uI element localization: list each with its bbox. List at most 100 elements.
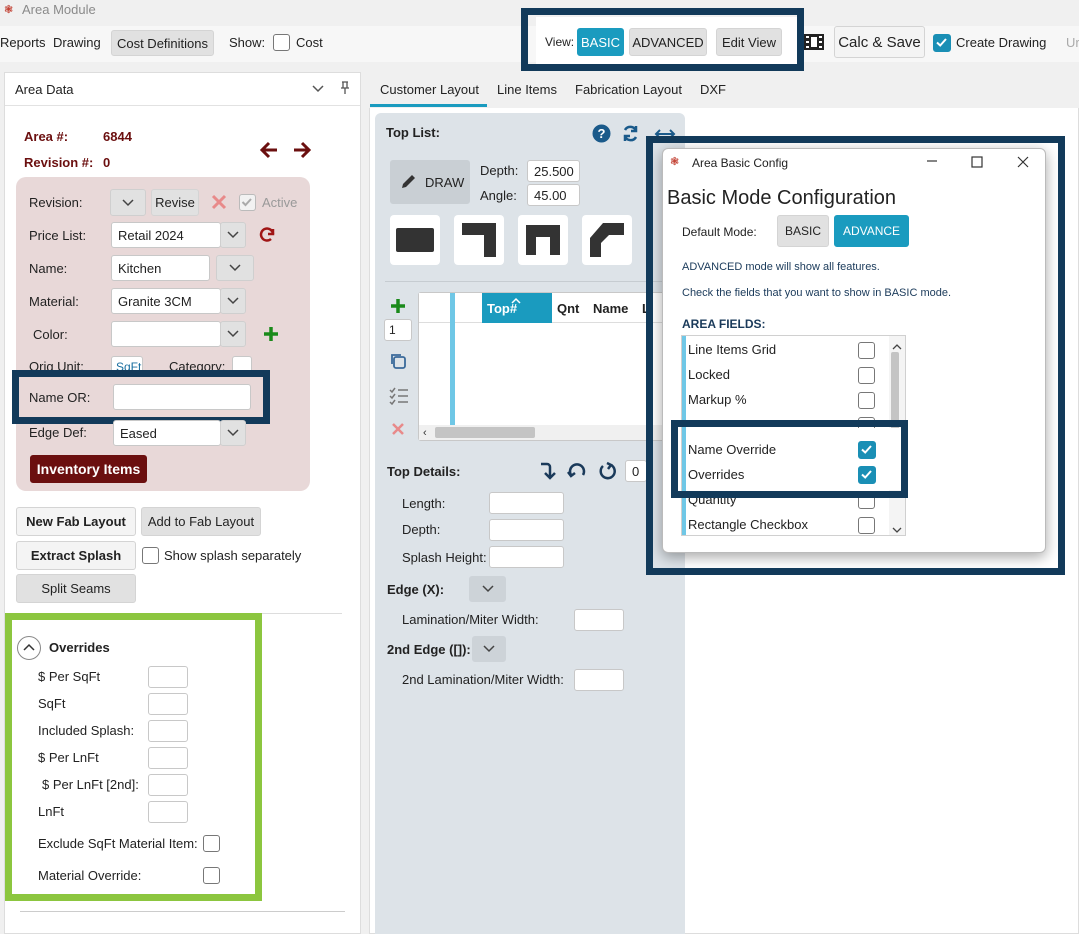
show-label: Show: [229,35,266,50]
material-select[interactable]: Granite 3CM [111,288,221,314]
material-dropdown[interactable] [220,288,246,314]
dialog-highlight [646,136,1065,575]
inventory-items-button[interactable]: Inventory Items [30,455,147,483]
angle-input[interactable]: 45.00 [527,184,580,206]
delete-x-icon[interactable] [211,194,227,213]
cost-checkbox[interactable] [273,34,290,51]
length-input[interactable] [489,492,564,514]
add-color-icon[interactable] [262,325,280,346]
grid-col-qnt[interactable]: Qnt [557,301,579,316]
new-fab-layout-button[interactable]: New Fab Layout [16,507,136,536]
quantity-input[interactable]: 1 [384,319,412,341]
scroll-thumb[interactable] [435,427,535,438]
edge-x-dropdown[interactable] [469,576,506,602]
film-icon[interactable] [803,32,825,52]
cost-label: Cost [296,35,323,50]
name-dropdown[interactable] [216,255,254,281]
svg-text:?: ? [598,126,606,141]
show-splash-checkbox[interactable] [142,547,159,564]
pin-icon[interactable] [339,81,351,98]
menu-reports[interactable]: Reports [0,35,46,50]
splash-height-input[interactable] [489,546,564,568]
bottom-divider [20,911,345,912]
grid-row-selector [450,293,455,323]
lamination-input[interactable] [574,609,624,631]
depth-input[interactable]: 25.500 [527,160,580,182]
top-details-title: Top Details: [387,464,461,479]
detail-depth-input[interactable] [489,519,564,541]
split-seams-button[interactable]: Split Seams [16,574,136,603]
edge-2nd-dropdown[interactable] [472,636,506,662]
extract-splash-button[interactable]: Extract Splash [16,541,136,570]
sync-icon[interactable] [621,124,640,146]
create-drawing-checkbox[interactable] [933,34,951,52]
rotate-value-input[interactable]: 0 [625,460,647,482]
menu-drawing[interactable]: Drawing [53,35,101,50]
edge-def-label: Edge Def: [29,425,87,440]
detail-depth-label: Depth: [402,522,441,537]
view-toolbar-highlight [521,8,804,71]
lamination-2nd-input[interactable] [574,669,624,691]
help-icon[interactable]: ? [592,124,611,146]
price-list-dropdown[interactable] [220,222,246,248]
add-to-fab-layout-button[interactable]: Add to Fab Layout [141,507,261,536]
name-label: Name: [29,261,68,276]
active-checkbox[interactable] [239,194,256,211]
price-list-select[interactable]: Retail 2024 [111,222,221,248]
revise-button[interactable]: Revise [151,189,199,216]
u-shape-button[interactable] [518,215,568,265]
rotate-arc-icon[interactable] [567,461,587,484]
delete-top-icon[interactable] [391,422,405,439]
refresh-icon[interactable] [258,226,276,247]
undo-partial-label[interactable]: Ur [1066,35,1079,50]
copy-icon[interactable] [389,352,407,373]
area-number-value: 6844 [103,129,132,144]
tab-customer-layout[interactable]: Customer Layout [380,82,479,97]
tab-line-items[interactable]: Line Items [497,82,557,97]
revision-number-label: Revision #: [24,155,94,170]
color-label: Color: [33,327,68,342]
edge-def-dropdown[interactable] [220,420,246,446]
color-select[interactable] [111,321,221,347]
name-input[interactable]: Kitchen [111,255,210,281]
app-logo-icon: ❃ [4,4,14,16]
edge-2nd-label: 2nd Edge ([]): [387,642,471,657]
grid-hscrollbar[interactable]: ‹ [419,425,669,440]
chevron-down-icon[interactable] [311,81,325,98]
arrow-down-curve-icon[interactable] [538,461,556,484]
calc-save-button[interactable]: Calc & Save [834,26,925,58]
revision-dropdown[interactable] [110,189,146,216]
checklist-icon[interactable] [389,387,409,408]
tab-fabrication-layout[interactable]: Fabrication Layout [575,82,682,97]
draw-label: DRAW [425,174,465,190]
angle-label: Angle: [480,188,517,203]
angled-shape-button[interactable] [582,215,632,265]
arrow-right-icon[interactable] [292,140,312,163]
l-shape-button[interactable] [454,215,504,265]
arrow-left-icon[interactable] [259,140,279,163]
grid-col-name[interactable]: Name [593,301,628,316]
depth-label: Depth: [480,163,519,178]
scroll-left-icon[interactable]: ‹ [423,427,427,439]
area-number-label: Area #: [24,129,69,144]
active-tab-indicator [370,104,487,107]
rectangle-shape-button[interactable] [390,215,440,265]
tab-dxf[interactable]: DXF [700,82,726,97]
length-label: Length: [402,496,446,511]
edge-def-select[interactable]: Eased [113,420,221,446]
top-list-divider [385,281,675,282]
show-splash-label: Show splash separately [164,548,302,563]
name-or-highlight [12,370,270,424]
pencil-icon [402,175,415,188]
area-panel-title: Area Data [15,82,74,97]
color-dropdown[interactable] [220,321,246,347]
active-label: Active [262,195,298,210]
rotate-ccw-icon[interactable] [597,461,617,484]
app-title: Area Module [22,2,96,17]
edge-x-label: Edge (X): [387,582,445,597]
panel-header-divider [5,105,360,106]
material-label: Material: [29,294,79,309]
draw-button[interactable]: DRAW [390,160,470,204]
add-top-icon[interactable] [389,297,407,318]
menu-cost-definitions[interactable]: Cost Definitions [111,30,214,56]
